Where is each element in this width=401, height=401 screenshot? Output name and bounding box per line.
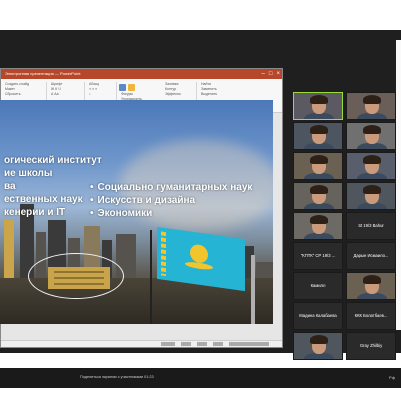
participant-body [357,173,387,179]
participant-body [304,143,334,149]
participant-name: St 19/3 Bahur [358,223,384,228]
bottom-bar-icon[interactable]: Рф [389,375,395,380]
bottom-toolbar: Поделиться экраном с участниками 01:23 Р… [0,368,401,388]
participant-video-tile[interactable] [293,122,343,150]
arrange-icon[interactable] [128,84,135,91]
participant-hair [310,95,328,104]
screenshot-frame: Электронная презентация — PowerPoint – □… [0,0,401,401]
screen-share-status: Поделиться экраном с участниками 01:23 [80,375,154,379]
participant-body [304,113,334,119]
maximize-button[interactable]: □ [269,69,273,79]
participant-name: Дарын Исмаило... [353,253,389,258]
participant-name: ККК Болатбаев... [354,313,388,318]
window-title: Электронная презентация — PowerPoint [5,71,81,76]
participant-hair [363,275,381,284]
window-edge [396,40,401,330]
shapes-icon[interactable] [119,84,126,91]
participant-name-tile[interactable]: Мадина Калабаева [293,302,343,330]
participant-name-tile[interactable]: ККК Болатбаев... [346,302,396,330]
participant-hair [363,95,381,104]
participant-body [304,173,334,179]
participant-name-tile[interactable]: "КПТК" СР 19/3 ... [293,242,343,270]
participant-video-tile[interactable] [346,92,396,120]
slide-left-line: огический институт [4,155,102,166]
participant-video-tile[interactable] [293,212,343,240]
participant-hair [310,185,328,194]
participant-name: Мадина Калабаева [299,313,337,318]
participant-video-tile[interactable] [293,332,343,360]
participant-video-tile[interactable] [293,182,343,210]
notes-button[interactable] [161,342,175,346]
participant-hair [310,335,328,344]
video-meeting-window: Электронная презентация — PowerPoint – □… [0,30,401,360]
participant-body [357,113,387,119]
slide-bullet: Искусств и дизайна [90,195,196,206]
slide-left-line: ественных наук [4,194,83,205]
participant-video-tile[interactable] [346,122,396,150]
zoom-slider[interactable] [229,342,269,346]
participant-body [304,353,334,359]
participant-name-tile[interactable]: Дарын Исмаило... [346,242,396,270]
participant-name-tile[interactable]: Камилл [293,272,343,300]
participant-video-tile[interactable] [346,152,396,180]
participant-body [357,143,387,149]
flag-sun [190,243,208,264]
participant-hair [310,155,328,164]
ribbon-line[interactable]: Выделить [199,92,233,97]
participant-name-tile[interactable]: St 19/3 Bahur [346,212,396,240]
flag-pole [150,230,152,324]
window-buttons: – □ × [262,69,280,79]
close-button[interactable]: × [276,69,280,79]
minimize-button[interactable]: – [262,69,265,79]
participant-video-tile[interactable] [346,182,396,210]
participant-name: Камилл [310,283,326,288]
participant-body [304,233,334,239]
participant-name: "КПТК" СР 19/3 ... [300,253,336,258]
flag-ornament [161,231,166,277]
slide-left-line: кенерии и IT [4,207,66,218]
participant-body [357,293,387,299]
participant-hair [363,185,381,194]
participant-hair [310,125,328,134]
participant-hair [310,215,328,224]
participant-name: Gray Zhilbiy [359,343,383,348]
powerpoint-title-bar: Электронная презентация — PowerPoint [1,69,282,79]
ribbon-line[interactable]: ↕ [87,92,116,97]
participant-name-tile[interactable]: Gray Zhilbiy [346,332,396,360]
slide-left-line: ва [4,181,16,192]
participant-hair [363,125,381,134]
slide-canvas: огический институт ие школы ва ественных… [0,100,273,324]
participant-hair [363,155,381,164]
participant-body [357,203,387,209]
ribbon-line[interactable]: Эффекты [163,92,196,97]
ribbon-line[interactable]: А Аа [49,92,84,97]
circle-annotation [28,253,124,299]
flag-eagle [185,260,213,271]
participant-video-tile[interactable] [293,152,343,180]
ribbon-line[interactable]: Сбросить [3,92,46,97]
view-reading-icon[interactable] [213,342,223,346]
slide-left-line: ие школы [4,168,53,179]
participant-video-tile[interactable] [346,272,396,300]
view-normal-icon[interactable] [181,342,191,346]
slide-bullet: Социально гуманитарных наук [90,182,253,193]
spire [251,255,255,324]
participant-video-tile[interactable] [293,92,343,120]
status-bar [1,340,282,347]
participant-body [304,203,334,209]
participants-grid: St 19/3 Bahur "КПТК" СР 19/3 ... Дарын Исм… [290,60,401,360]
slide-bullet: Экономики [90,208,153,219]
view-sorter-icon[interactable] [197,342,207,346]
